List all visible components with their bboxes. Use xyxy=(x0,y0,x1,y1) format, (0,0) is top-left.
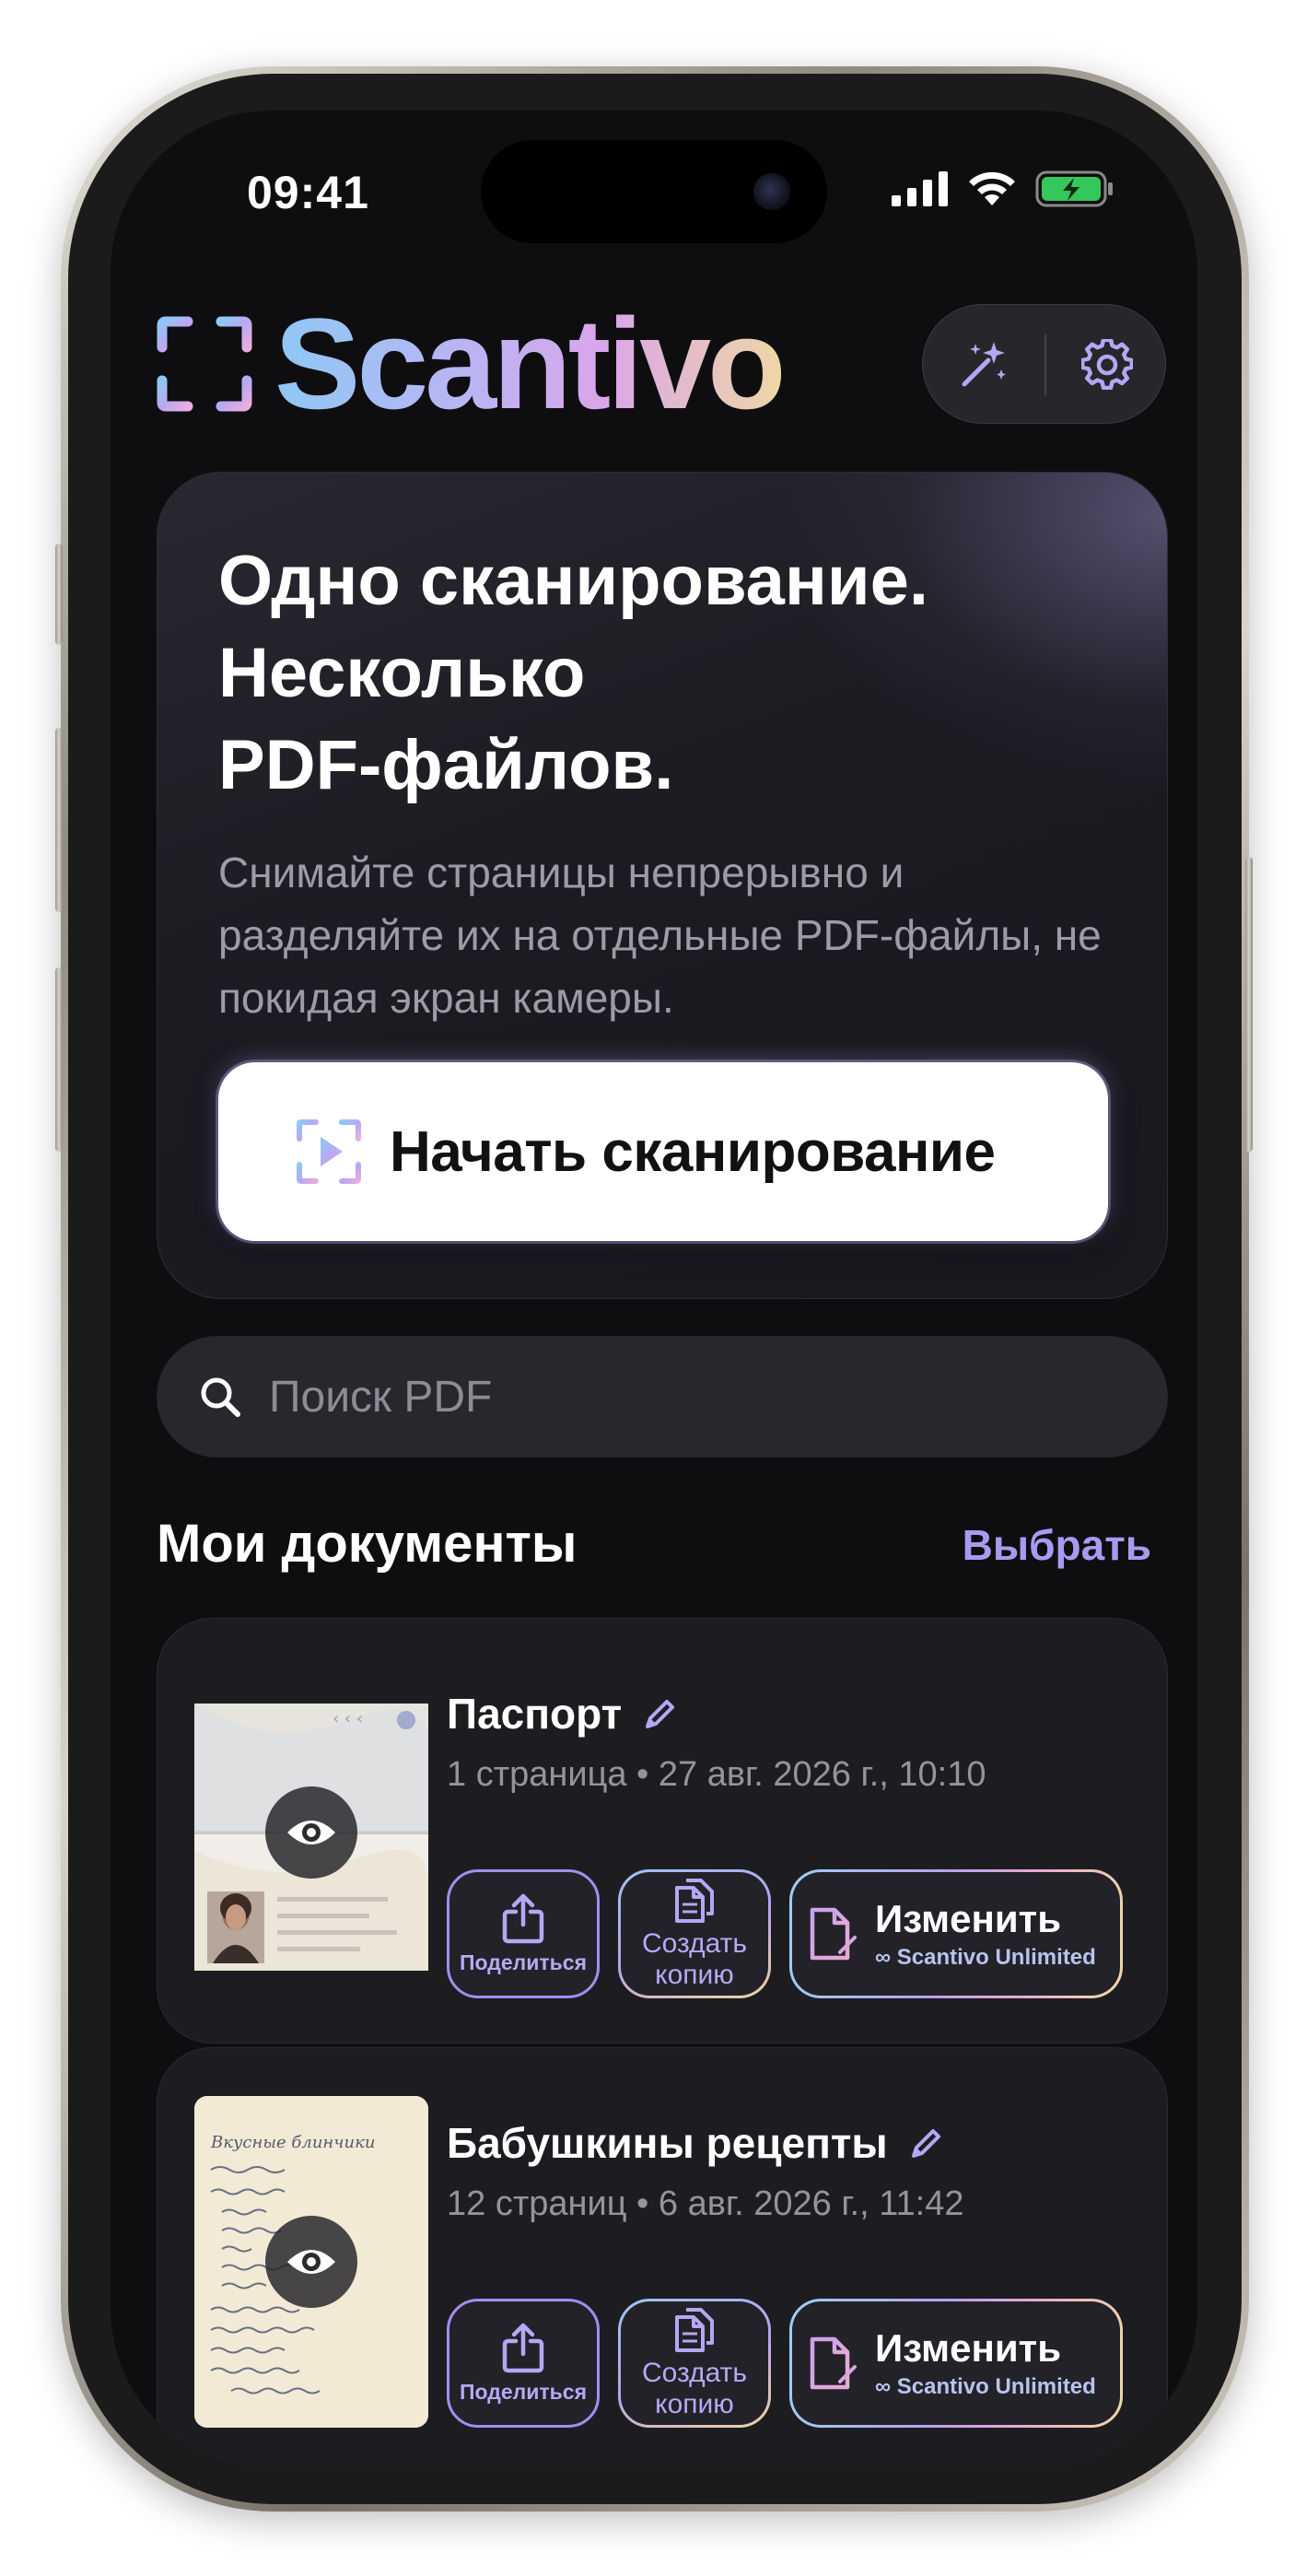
start-scan-label: Начать сканирование xyxy=(390,1119,996,1184)
battery-charging-icon xyxy=(1035,170,1113,207)
wifi-icon xyxy=(969,171,1015,205)
document-title: Паспорт xyxy=(447,1690,623,1738)
share-icon xyxy=(502,1893,544,1943)
share-icon xyxy=(502,2323,544,2372)
duplicate-label: Создать копию xyxy=(642,1928,747,1991)
edit-document-icon xyxy=(810,1907,857,1961)
duplicate-documents-icon xyxy=(675,2308,714,2352)
unlimited-badge: ∞ Scantivo Unlimited xyxy=(875,2374,1096,2399)
settings-button[interactable] xyxy=(1046,305,1168,425)
edit-label: Изменить xyxy=(875,2326,1062,2370)
share-label: Поделиться xyxy=(459,1950,588,1974)
eye-icon xyxy=(287,2250,335,2274)
duplicate-label-line: копию xyxy=(655,2389,734,2419)
magic-wand-icon xyxy=(962,342,1006,387)
edit-button[interactable]: Изменить ∞ Scantivo Unlimited xyxy=(789,2299,1123,2428)
volume-up-button xyxy=(55,728,63,912)
duplicate-button[interactable]: Создать копию xyxy=(618,1869,771,1998)
gear-icon xyxy=(1081,339,1133,391)
hero-card: Одно сканирование. Несколько PDF-файлов.… xyxy=(157,472,1168,1299)
header-actions xyxy=(922,304,1166,424)
duplicate-label: Создать копию xyxy=(642,2358,747,2420)
action-button xyxy=(55,544,63,645)
select-button[interactable]: Выбрать xyxy=(963,1520,1151,1570)
share-label: Поделиться xyxy=(459,2379,588,2404)
preview-button[interactable] xyxy=(265,2216,357,2308)
document-thumbnail[interactable]: ‹ ‹ ‹ xyxy=(194,1667,428,1998)
edit-texts: Изменить ∞ Scantivo Unlimited xyxy=(875,1897,1096,1971)
status-icons xyxy=(892,170,1114,208)
document-title: Бабушкины рецепты xyxy=(447,2119,888,2167)
edit-document-icon xyxy=(810,2336,857,2390)
section-title: Мои документы xyxy=(157,1514,578,1574)
duplicate-label-line: Создать xyxy=(641,2358,747,2388)
search-input[interactable] xyxy=(269,1371,1098,1423)
document-title-row: Паспорт xyxy=(447,1689,679,1739)
document-title-row: Бабушкины рецепты xyxy=(447,2118,945,2168)
app-title: Scantivo xyxy=(274,291,787,436)
duplicate-button[interactable]: Создать копию xyxy=(618,2299,771,2428)
document-card[interactable]: ‹ ‹ ‹ Паспорт 1 страница • 27 авг. 2026 … xyxy=(157,1618,1168,2043)
hero-description: Снимайте страницы непрерывно и разделяйт… xyxy=(218,849,1102,1022)
search-icon xyxy=(201,1377,240,1417)
scan-play-icon xyxy=(297,1119,361,1184)
edit-label: Изменить xyxy=(875,1897,1062,1940)
share-button[interactable]: Поделиться xyxy=(447,1869,600,1998)
document-meta: 12 страниц • 6 авг. 2026 г., 11:42 xyxy=(447,2184,964,2223)
hero-title-line: Одно сканирование. xyxy=(218,542,928,620)
app-screen: 09:41 Scantivo Одно сканирование. Нескол… xyxy=(111,111,1197,2469)
dynamic-island xyxy=(481,140,827,243)
share-button[interactable]: Поделиться xyxy=(447,2299,600,2428)
eye-icon xyxy=(287,1821,335,1844)
power-button xyxy=(1245,857,1253,1152)
document-card[interactable]: Вкусные блинчики Бабушкины рецепты 12 ст… xyxy=(157,2047,1168,2469)
duplicate-label-line: Создать xyxy=(641,1928,747,1959)
svg-text:Вкусные блинчики: Вкусные блинчики xyxy=(210,2133,375,2152)
magic-button[interactable] xyxy=(923,305,1044,425)
duplicate-documents-icon xyxy=(675,1879,714,1923)
duplicate-label-line: копию xyxy=(655,1960,734,1990)
cellular-signal-icon xyxy=(892,171,948,206)
preview-button[interactable] xyxy=(265,1786,357,1879)
app-logo: Scantivo xyxy=(157,291,787,436)
scan-frame-logo-icon xyxy=(157,316,252,412)
start-scan-button[interactable]: Начать сканирование xyxy=(218,1062,1108,1241)
hero-title-line: Несколько xyxy=(218,634,586,712)
document-meta: 1 страница • 27 авг. 2026 г., 10:10 xyxy=(447,1755,986,1794)
volume-down-button xyxy=(55,967,63,1152)
status-time: 09:41 xyxy=(247,167,369,218)
hero-title-line: PDF-файлов. xyxy=(218,726,674,804)
document-thumbnail[interactable]: Вкусные блинчики xyxy=(194,2096,428,2428)
edit-texts: Изменить ∞ Scantivo Unlimited xyxy=(875,2326,1096,2400)
front-camera xyxy=(753,173,790,210)
hero-title: Одно сканирование. Несколько PDF-файлов. xyxy=(218,535,1103,812)
svg-text:‹ ‹ ‹: ‹ ‹ ‹ xyxy=(333,1709,363,1728)
pencil-icon[interactable] xyxy=(908,2125,945,2161)
search-bar[interactable] xyxy=(157,1336,1168,1458)
unlimited-badge: ∞ Scantivo Unlimited xyxy=(875,1945,1096,1970)
pencil-icon[interactable] xyxy=(642,1695,679,1732)
edit-button[interactable]: Изменить ∞ Scantivo Unlimited xyxy=(789,1869,1123,1998)
